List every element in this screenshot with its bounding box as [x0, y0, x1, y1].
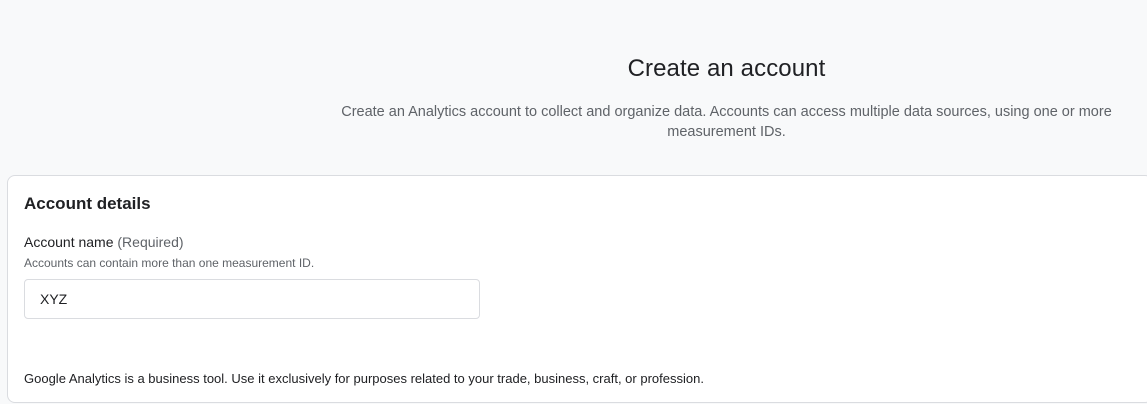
page-description: Create an Analytics account to collect a…	[341, 104, 1112, 140]
account-name-label: Account name (Required)	[24, 234, 184, 250]
create-account-page: Create an account Create an Analytics ac…	[0, 0, 1147, 404]
account-name-input[interactable]	[24, 279, 480, 319]
page-title: Create an account	[627, 55, 826, 82]
account-details-heading: Account details	[24, 194, 151, 213]
business-tool-disclaimer: Google Analytics is a business tool. Use…	[24, 371, 704, 386]
required-note: (Required)	[117, 234, 184, 250]
account-name-label-text: Account name	[24, 234, 114, 250]
account-name-hint: Accounts can contain more than one measu…	[24, 256, 315, 270]
account-details-card: Account details Account name (Required) …	[7, 175, 1147, 403]
